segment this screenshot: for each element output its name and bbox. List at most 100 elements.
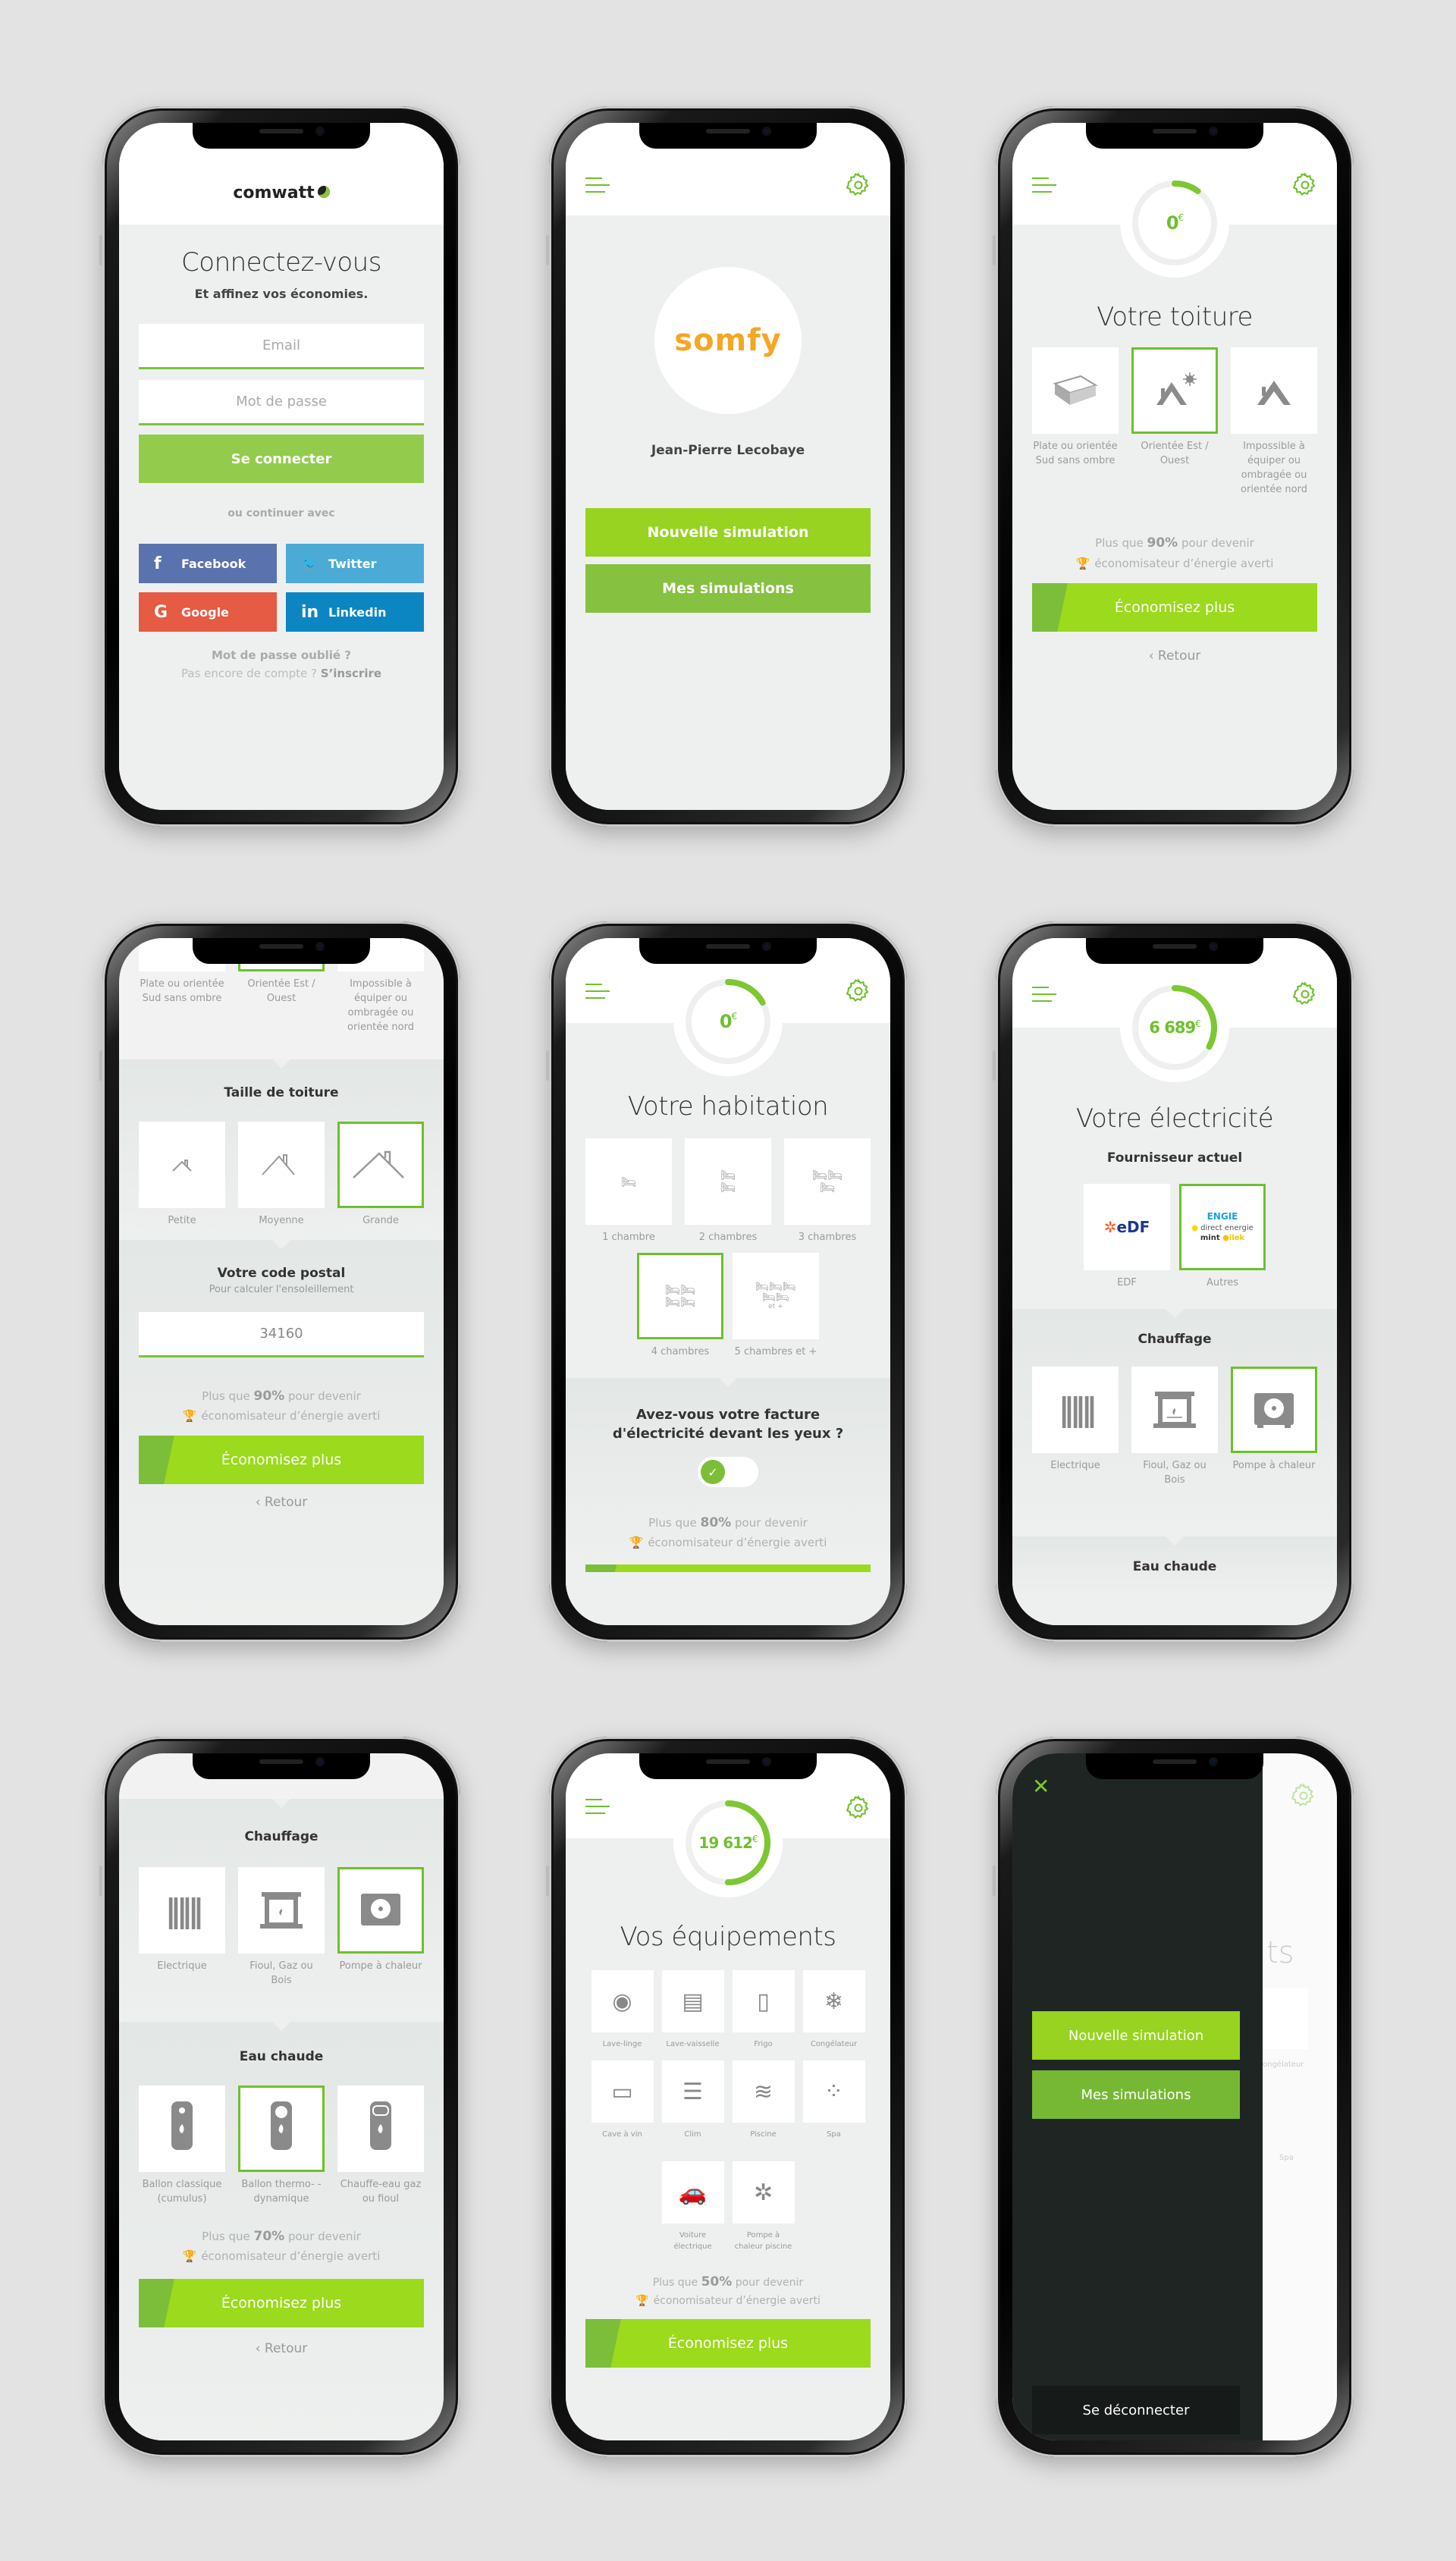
bed-icon: 🛏🛏🛏 🛏🛏: [755, 1280, 796, 1304]
equipment-option[interactable]: ▯ Frigo: [732, 1970, 795, 2050]
save-more-button[interactable]: Économisez plus: [585, 2318, 871, 2368]
save-more-button[interactable]: Économisez plus: [139, 2278, 424, 2327]
hot-water-option-classic[interactable]: Ballon classique (cumulus): [139, 2086, 225, 2207]
back-link[interactable]: ‹ Retour: [119, 2341, 444, 2356]
equipment-option[interactable]: ▤ Lave-vaisselle: [661, 1970, 724, 2050]
bedrooms-option-4[interactable]: 🛏🛏 🛏🛏 4 chambres: [637, 1252, 723, 1360]
menu-icon[interactable]: [1032, 987, 1058, 1003]
gear-icon[interactable]: [1290, 1782, 1317, 1809]
equipment-option[interactable]: ⁘ Spa: [802, 2060, 865, 2140]
save-more-button[interactable]: Économisez plus: [1032, 582, 1317, 632]
equipment-option[interactable]: ✲ Pompe à chaleur piscine: [732, 2161, 795, 2252]
user-name: Jean-Pierre Lecobaye: [651, 443, 805, 458]
facebook-button[interactable]: f Facebook: [139, 544, 277, 583]
signup-link[interactable]: S’inscrire: [321, 667, 381, 680]
new-simulation-button[interactable]: Nouvelle simulation: [1032, 2011, 1240, 2060]
roof-sun-icon: [1156, 372, 1197, 405]
heating-option-heat-pump[interactable]: Pompe à chaleur: [1231, 1366, 1317, 1488]
bill-question: Avez-vous votre facture d'électricité de…: [612, 1406, 844, 1442]
freezer-icon: ❄: [824, 1988, 844, 2015]
login-button[interactable]: Se connecter: [139, 435, 424, 483]
direct-energie-logo: ● direct energie: [1191, 1223, 1254, 1232]
no-account-label: Pas encore de compte ?: [180, 667, 317, 680]
roof-size-large[interactable]: Grande: [337, 1122, 424, 1229]
equipment-screen: 19 612€ Vos équipements ◉ Lave-linge ▤ Lave…: [566, 1753, 890, 2440]
roof-option-flat[interactable]: Plate ou orientée Sud sans ombre: [1032, 347, 1119, 497]
phone-notch: [639, 938, 817, 964]
behind-label: Spa: [1279, 2154, 1294, 2162]
gear-icon[interactable]: [845, 978, 872, 1005]
air-conditioner-icon: ☰: [682, 2078, 703, 2105]
roof-size-title: Taille de toiture: [224, 1085, 339, 1100]
back-link[interactable]: ‹ Retour: [1012, 648, 1337, 664]
gear-icon[interactable]: [1291, 981, 1319, 1008]
phone-notch: [193, 1753, 370, 1779]
equipment-option[interactable]: ☰ Clim: [661, 2060, 724, 2140]
gear-icon[interactable]: [1291, 171, 1319, 199]
phone-roof: 0€ Votre toiture Plate ou orientée Sud s…: [993, 106, 1354, 827]
password-input[interactable]: Mot de passe: [139, 380, 424, 425]
equipment-option[interactable]: ≋ Piscine: [732, 2060, 795, 2140]
bedrooms-option-5[interactable]: 🛏🛏🛏 🛏🛏 et +5 chambres et +: [733, 1252, 819, 1360]
heating-option-electric[interactable]: ‖‖‖ Electrique: [139, 1867, 225, 1988]
menu-icon[interactable]: [585, 1799, 611, 1816]
close-icon[interactable]: ✕: [1032, 1776, 1050, 1797]
hot-water-option-thermo[interactable]: Ballon thermo- -dynamique: [238, 2086, 325, 2207]
bedrooms-option-2[interactable]: 🛏 🛏 2 chambres: [685, 1138, 771, 1245]
gear-icon[interactable]: [845, 171, 872, 199]
washing-machine-icon: ◉: [612, 1988, 632, 2015]
roof-size-medium[interactable]: Moyenne: [238, 1122, 325, 1229]
facebook-icon: f: [154, 554, 162, 573]
heating-option-fuel[interactable]: Fioul, Gaz ou Bois: [238, 1867, 325, 1988]
save-more-button[interactable]: Économisez plus: [139, 1436, 424, 1485]
heating-option-heat-pump[interactable]: Pompe à chaleur: [337, 1867, 424, 1988]
phone-roof-size: Plate ou orientée Sud sans ombre Orienté…: [99, 921, 460, 1642]
hot-water-option-gas[interactable]: Chauffe-eau gaz ou fioul: [337, 2086, 424, 2207]
heating-option-electric[interactable]: ‖‖‖ Electrique: [1032, 1366, 1119, 1488]
twitter-button[interactable]: 🐦 Twitter: [286, 544, 424, 583]
side-drawer: ✕ Nouvelle simulation Mes simulations Se…: [1012, 1753, 1263, 2440]
save-more-button[interactable]: [585, 1564, 871, 1572]
email-input[interactable]: Email: [139, 324, 424, 369]
menu-icon[interactable]: [585, 177, 611, 194]
or-continue-label: ou continuer avec: [228, 507, 335, 519]
new-simulation-button[interactable]: Nouvelle simulation: [585, 508, 871, 557]
large-roof-icon: [353, 1150, 404, 1178]
equipment-option[interactable]: 🚗 Voiture électrique: [661, 2161, 724, 2252]
linkedin-button[interactable]: in Linkedin: [286, 592, 424, 632]
google-button[interactable]: G Google: [139, 592, 277, 632]
behind-title-fragment: ts: [1266, 1935, 1294, 1970]
gauge-value: 0: [1166, 212, 1179, 234]
chevron-left-icon: ‹: [1148, 648, 1158, 664]
my-simulations-button[interactable]: Mes simulations: [1032, 2070, 1240, 2119]
hot-water-title: Eau chaude: [239, 2049, 324, 2064]
logout-button[interactable]: Se déconnecter: [1032, 2386, 1240, 2434]
back-link[interactable]: ‹ Retour: [119, 1495, 444, 1510]
heating-option-fuel[interactable]: Fioul, Gaz ou Bois: [1131, 1366, 1218, 1488]
roof-option-impossible[interactable]: Impossible à équiper ou ombragée ou orie…: [1231, 347, 1317, 497]
supplier-option-edf[interactable]: ✲eDF EDF: [1084, 1184, 1170, 1291]
menu-icon[interactable]: [585, 984, 611, 1000]
heat-pump-icon: [361, 1894, 400, 1925]
bedrooms-option-1[interactable]: 🛏 1 chambre: [585, 1138, 672, 1245]
my-simulations-button[interactable]: Mes simulations: [585, 564, 871, 613]
small-roof-icon: [172, 1160, 192, 1172]
roof-option-east-west[interactable]: Orientée Est / Ouest: [1131, 347, 1218, 497]
progress-percent: 50%: [701, 2274, 733, 2290]
savings-gauge: 19 612€: [673, 1788, 783, 1897]
forgot-password-link[interactable]: Mot de passe oublié ?: [119, 648, 444, 662]
roof-size-small[interactable]: Petite: [139, 1122, 225, 1229]
gear-icon[interactable]: [845, 1794, 872, 1822]
radiator-icon: ‖‖‖: [165, 1891, 204, 1929]
bedrooms-option-3[interactable]: 🛏🛏 🛏 3 chambres: [784, 1138, 871, 1245]
postal-code-input[interactable]: 34160: [139, 1312, 424, 1357]
menu-icon[interactable]: [1032, 177, 1058, 194]
bill-toggle[interactable]: ✓: [698, 1457, 758, 1488]
equipment-option[interactable]: ◉ Lave-linge: [591, 1970, 654, 2050]
equipment-option[interactable]: ▭ Cave à vin: [591, 2060, 654, 2140]
supplier-option-others[interactable]: ENGIE ● direct energie mint ●ilek Autres: [1179, 1184, 1266, 1291]
trophy-icon: 🏆: [635, 2295, 649, 2308]
supplier-title: Fournisseur actuel: [1106, 1150, 1243, 1166]
login-screen: comwatt Connectez-vous Et affinez vos éc…: [119, 123, 444, 810]
equipment-option[interactable]: ❄ Congélateur: [802, 1970, 865, 2050]
